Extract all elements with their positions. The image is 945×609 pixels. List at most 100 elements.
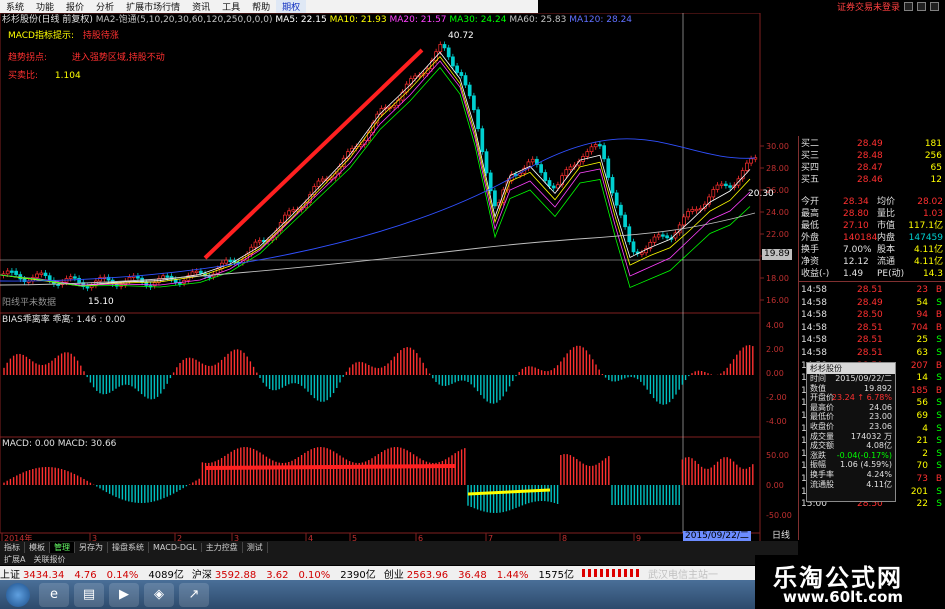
folder-icon[interactable]: ▤ (74, 582, 104, 607)
candle-body (43, 272, 48, 277)
tick-flag: S (936, 436, 942, 447)
index-percent: 0.10% (298, 569, 331, 581)
candle-body (598, 144, 602, 147)
bias-y-tick-label: 4.00 (766, 321, 784, 330)
menu-item[interactable]: 分析 (90, 0, 120, 13)
extra-tab[interactable]: 关联报价 (29, 554, 69, 565)
tick-volume: 207 (910, 360, 928, 371)
tick-volume: 56 (916, 398, 928, 409)
tick-row: 14:58 28.49 54 S (799, 297, 945, 309)
tick-flag: S (936, 499, 942, 510)
popup-value: 19.892 (864, 383, 892, 393)
browser-icon[interactable]: e (39, 582, 69, 607)
candle-body (455, 65, 459, 73)
index-quote[interactable]: 上证 3434.34 4.76 0.14% 4089亿 (0, 566, 184, 581)
stat-value: 28.02 (917, 197, 943, 207)
tick-time: 14:58 (801, 348, 827, 358)
tick-volume: 22 (916, 499, 928, 510)
low-label: 15.10 (88, 297, 114, 307)
stat-value: 1.03 (922, 209, 943, 219)
bias-y-tick-label: -4.00 (766, 417, 787, 426)
bias-y-tick-label: -2.00 (766, 393, 787, 402)
tick-volume: 2 (922, 448, 928, 459)
cursor-info-popup[interactable]: 杉杉股份 时间 2015/09/22/二 数值 19.892 开盘价 23.24 ↑ 6.… (806, 362, 896, 502)
indicator-tab[interactable]: MACD-DGL (149, 542, 202, 552)
indicator-tab[interactable]: 主力控盘 (202, 541, 243, 553)
candle-body (539, 164, 543, 173)
index-percent: 0.14% (106, 569, 139, 581)
bid-row: 买五 28.46 12 (799, 174, 945, 186)
popup-row: 收盘价 23.06 (807, 422, 895, 432)
popup-value: 2015/09/22/二 (835, 374, 892, 383)
media-icon[interactable]: ▶ (109, 582, 139, 607)
candle-body (194, 270, 199, 273)
indicator-tab[interactable]: 另存为 (75, 541, 108, 553)
popup-row: 最低价 23.00 (807, 412, 895, 422)
candle-body (199, 270, 203, 274)
menu-item[interactable]: 期权 (276, 0, 307, 13)
indicator-tab[interactable]: 测试 (243, 541, 268, 553)
indicator-tab[interactable]: 模板 (25, 541, 50, 553)
bid-label: 买五 (801, 175, 820, 185)
main-y-tick-label: 22.00 (766, 230, 789, 239)
macd-red-annotation (204, 464, 456, 470)
main-y-tick-label: 30.00 (766, 142, 789, 151)
stat-value: 4.11亿 (913, 245, 943, 255)
tick-flag: B (935, 360, 942, 371)
ma30-label: MA30: 24.24 (449, 15, 507, 25)
vol-note: 阳线平未数据 (2, 298, 57, 308)
candle-body (745, 162, 749, 171)
menu-item[interactable]: 资讯 (186, 0, 216, 13)
stat-value: 4.11亿 (913, 257, 943, 267)
maximize-icon[interactable] (917, 2, 926, 11)
stat-row: 换手 7.00% 股本 4.11亿 (799, 244, 945, 256)
candle-body (472, 95, 476, 111)
popup-value: 24.06 (869, 402, 892, 412)
popup-title[interactable]: 杉杉股份 (807, 363, 895, 374)
menu-item[interactable]: 系统 (0, 0, 30, 13)
index-quote[interactable]: 沪深 3592.88 3.62 0.10% 2390亿 (192, 566, 376, 581)
tick-time: 14:58 (801, 322, 827, 333)
tick-flag: S (936, 335, 942, 346)
candle-body (47, 275, 52, 281)
server-name[interactable]: 武汉电信主站一 (648, 566, 718, 581)
menu-item[interactable]: 工具 (216, 0, 246, 13)
tick-row: 14:58 28.51 25 S (799, 334, 945, 346)
extra-tab[interactable]: 扩展A (0, 554, 29, 565)
index-quote[interactable]: 创业 2563.96 36.48 1.44% 1575亿 (384, 566, 574, 581)
menu-item[interactable]: 功能 (30, 0, 60, 13)
kline-chart-area[interactable]: 30.0028.0026.0024.0022.0020.0018.0016.00… (0, 13, 798, 543)
popup-value: 4.08亿 (866, 441, 892, 451)
candle-body (606, 158, 611, 178)
trade-login-alert[interactable]: 证券交易未登录 (837, 0, 900, 13)
indicator-tab[interactable]: 管理 (50, 541, 75, 553)
indicator-tab[interactable]: 指标 (0, 541, 25, 553)
menu-item[interactable]: 帮助 (246, 0, 276, 13)
tick-flag: S (936, 373, 942, 384)
popup-label: 成交量 (810, 431, 834, 441)
minimize-icon[interactable] (904, 2, 913, 11)
bid-volume: 12 (930, 175, 942, 185)
trading-app-icon[interactable]: ↗ (179, 582, 209, 607)
candle-body (161, 275, 165, 279)
index-name: 创业 (383, 569, 404, 581)
popup-row: 数值 19.892 (807, 384, 895, 394)
menu-item[interactable]: 扩展市场行情 (120, 0, 186, 13)
macd-legend: MACD: 0.00 MACD: 30.66 (2, 439, 117, 449)
tick-row: 14:58 28.51 704 B (799, 322, 945, 334)
kline-chart-svg[interactable]: 30.0028.0026.0024.0022.0020.0018.0016.00… (0, 13, 798, 543)
app-icon[interactable]: ◈ (144, 582, 174, 607)
stat-row: 收益(-) 1.49 PE(动) 14.3 (799, 268, 945, 280)
tick-price: 28.51 (857, 285, 883, 295)
menu-item[interactable]: 报价 (60, 0, 90, 13)
stat-label: 换手 (801, 245, 820, 255)
stat-label: 市值 (877, 221, 896, 231)
start-button[interactable] (6, 582, 30, 607)
candle-body (68, 276, 73, 279)
tick-time: 14:58 (801, 310, 827, 321)
stat-row: 净资 12.12 流通 4.11亿 (799, 256, 945, 268)
indicator-tab[interactable]: 操盘系统 (108, 541, 149, 553)
close-icon[interactable] (930, 2, 939, 11)
candle-body (661, 234, 665, 237)
candle-body (640, 252, 644, 255)
